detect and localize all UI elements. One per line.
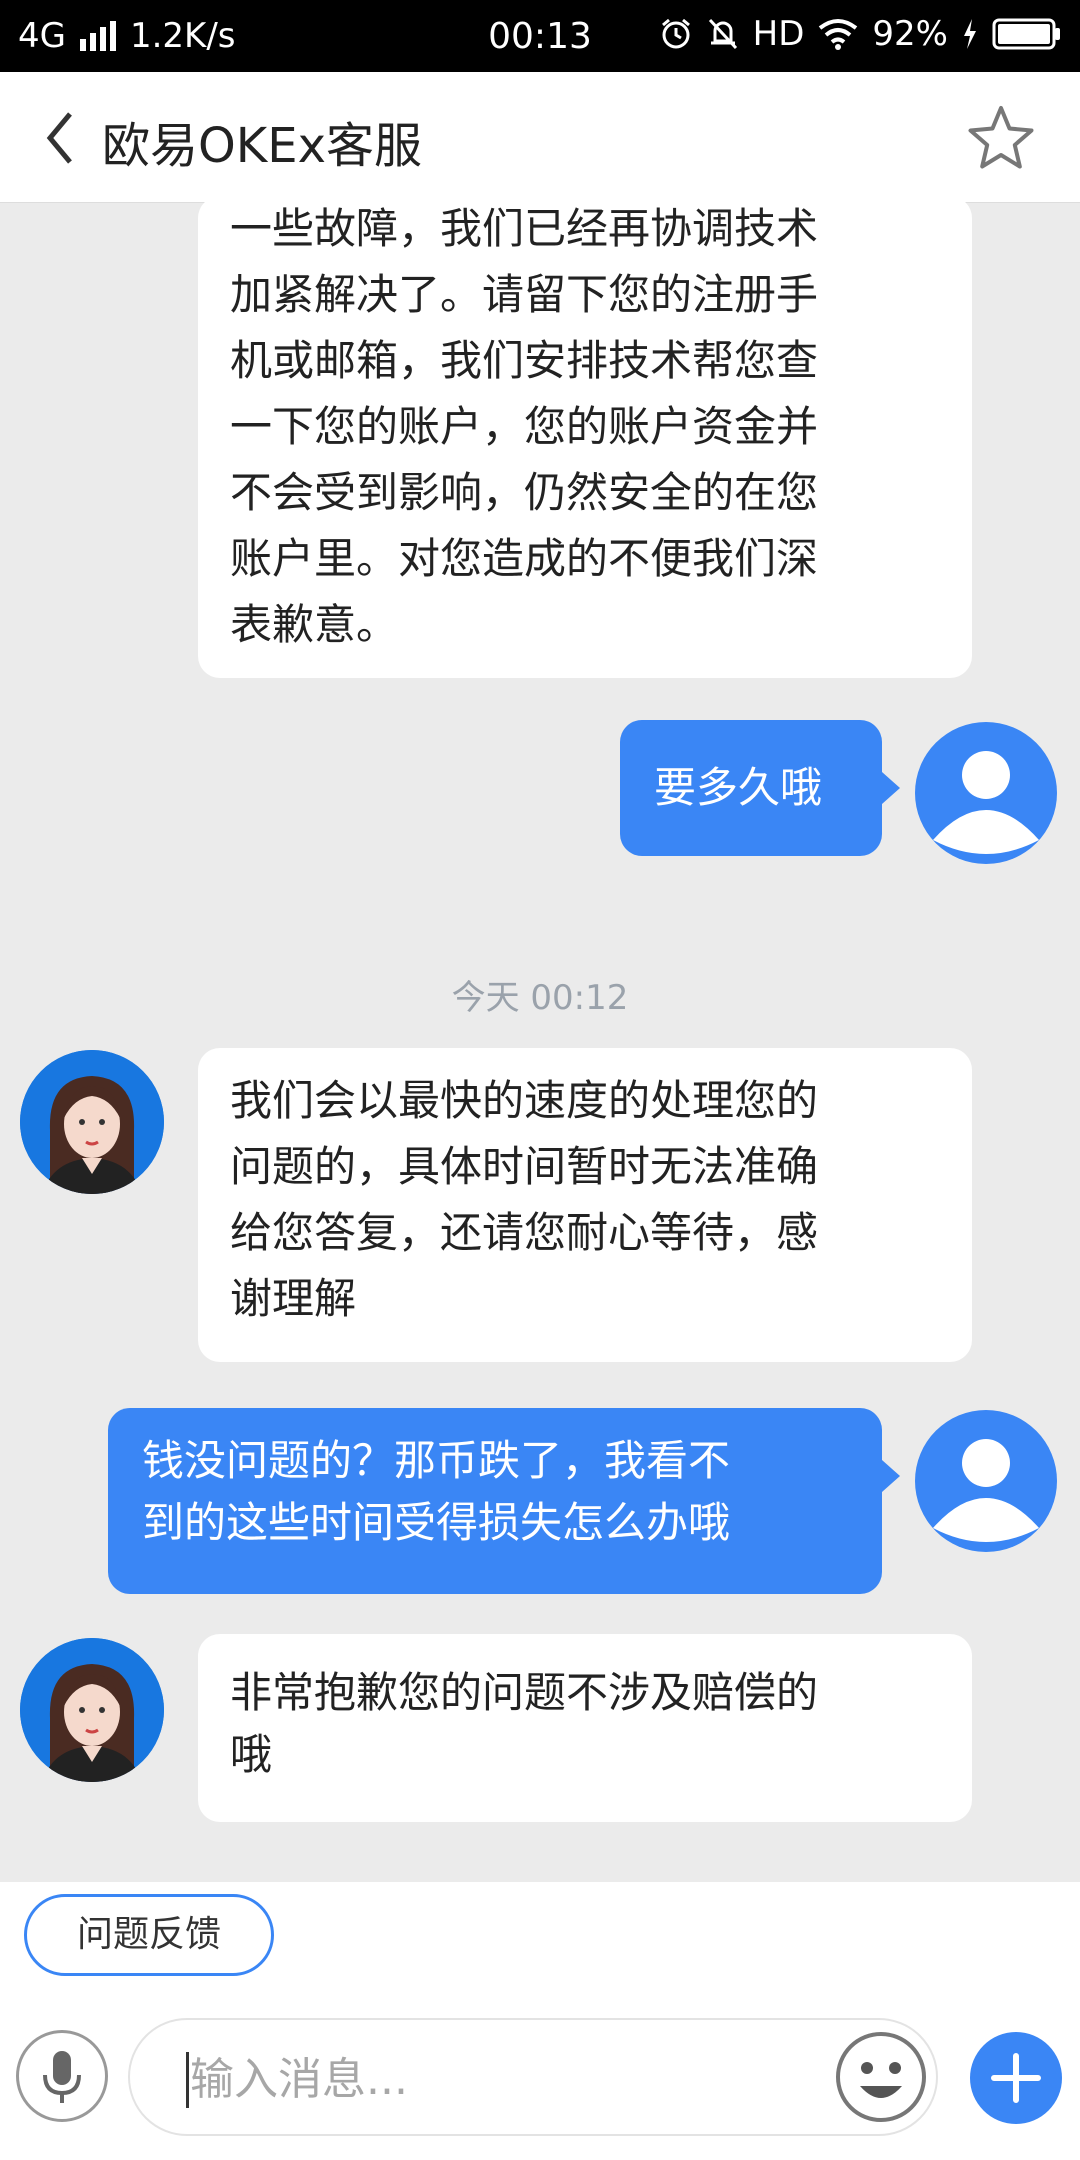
charging-icon <box>964 19 976 49</box>
composer-area: 问题反馈 <box>0 1882 1080 2160</box>
agent-photo <box>20 1050 164 1194</box>
message-line: 一些故障，我们已经再协调技术 <box>230 204 819 253</box>
agent-avatar[interactable] <box>20 1638 164 1782</box>
user-avatar[interactable] <box>915 1410 1057 1552</box>
user-message: 要多久哦 <box>620 720 900 856</box>
agent-message: 我们会以最快的速度的处理您的 问题的，具体时间暂时无法准确 给您答复，还请您耐心… <box>198 1048 972 1362</box>
agent-avatar[interactable] <box>20 1050 164 1194</box>
message-line: 问题的，具体时间暂时无法准确 <box>230 1142 819 1191</box>
message-line: 非常抱歉您的问题不涉及赔偿的 <box>230 1668 819 1717</box>
timestamp: 今天 00:12 <box>451 978 629 1018</box>
chevron-left-icon[interactable] <box>40 108 80 168</box>
emoji-icon[interactable] <box>834 2030 928 2124</box>
voice-button[interactable] <box>16 2030 108 2122</box>
message-line: 加紧解决了。请留下您的注册手 <box>230 270 819 319</box>
status-bar: 4G 1.2K/s 00:13 HD 92% <box>0 0 1080 72</box>
feedback-chip[interactable]: 问题反馈 <box>24 1894 274 1976</box>
message-line: 不会受到影响，仍然安全的在您 <box>230 468 819 517</box>
hd-label: HD <box>752 14 805 54</box>
message-line: 账户里。对您造成的不便我们深 <box>230 534 819 583</box>
message-line: 到的这些时间受得损失怎么办哦 <box>142 1498 731 1547</box>
user-avatar[interactable] <box>915 722 1057 864</box>
wifi-icon <box>819 19 858 50</box>
plus-icon <box>991 2053 1041 2103</box>
message-line: 一下您的账户，您的账户资金并 <box>230 402 819 451</box>
message-input[interactable] <box>188 2040 752 2118</box>
message-line: 钱没问题的？那币跌了，我看不 <box>142 1436 731 1485</box>
microphone-icon <box>43 2051 81 2103</box>
add-button[interactable] <box>970 2032 1062 2124</box>
chat-area[interactable]: 一些故障，我们已经再协调技术 加紧解决了。请留下您的注册手 机或邮箱，我们安排技… <box>0 202 1080 1882</box>
alarm-icon <box>661 18 690 49</box>
user-message: 钱没问题的？那币跌了，我看不 到的这些时间受得损失怎么办哦 <box>108 1408 900 1594</box>
user-silhouette-icon <box>933 1439 1039 1542</box>
chat-header: 欧易OKEx客服 <box>0 72 1080 203</box>
message-line: 表歉意。 <box>230 600 399 649</box>
mute-bell-icon <box>708 18 737 50</box>
user-silhouette-icon <box>933 751 1039 854</box>
message-input-box[interactable] <box>128 2018 938 2136</box>
agent-photo <box>20 1638 164 1782</box>
message-line: 给您答复，还请您耐心等待，感 <box>230 1208 819 1257</box>
agent-message: 一些故障，我们已经再协调技术 加紧解决了。请留下您的注册手 机或邮箱，我们安排技… <box>198 202 972 678</box>
star-outline-icon[interactable] <box>966 104 1036 170</box>
page-title: 欧易OKEx客服 <box>102 118 422 174</box>
message-line: 要多久哦 <box>654 763 823 812</box>
message-line: 哦 <box>230 1730 273 1779</box>
battery-percent: 92% <box>872 14 948 54</box>
agent-message: 非常抱歉您的问题不涉及赔偿的 哦 <box>198 1634 972 1822</box>
battery-icon <box>992 18 1060 50</box>
message-line: 我们会以最快的速度的处理您的 <box>230 1076 819 1125</box>
message-line: 机或邮箱，我们安排技术帮您查 <box>230 336 819 385</box>
message-line: 谢理解 <box>230 1274 357 1323</box>
